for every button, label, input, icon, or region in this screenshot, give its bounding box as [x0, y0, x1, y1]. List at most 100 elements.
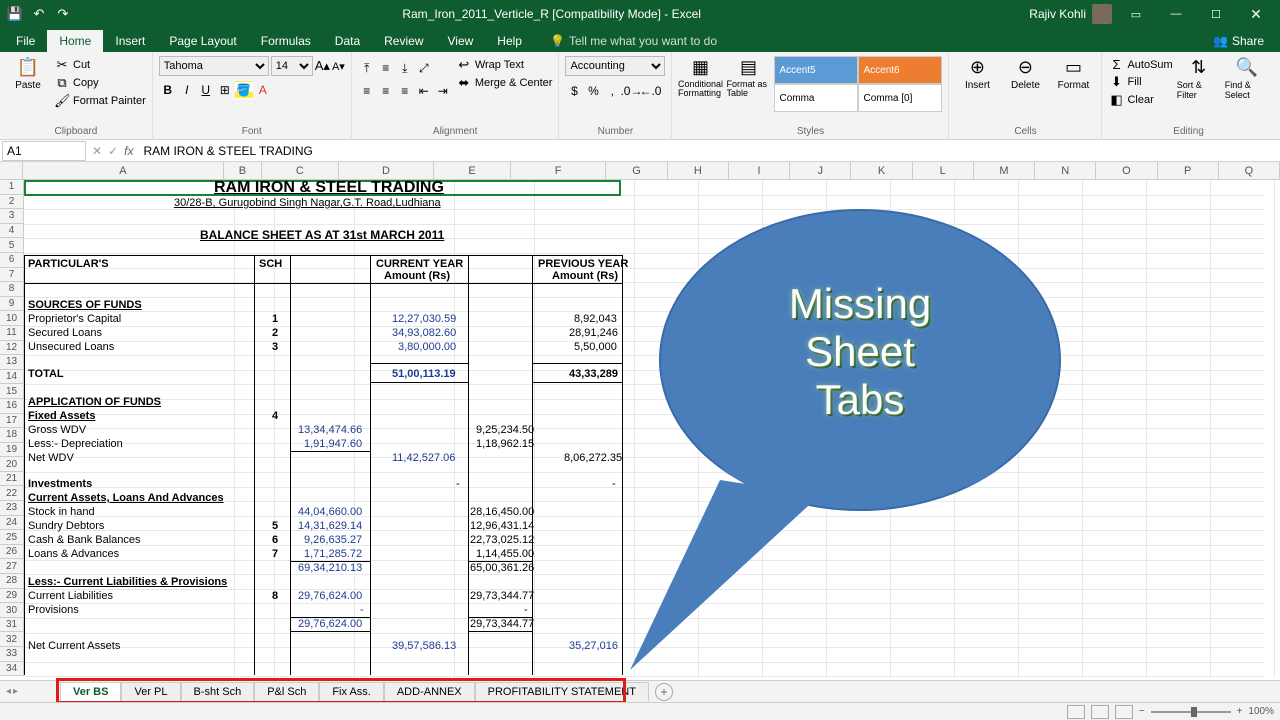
row-head-30[interactable]: 30	[0, 603, 24, 618]
style-comma0[interactable]: Comma [0]	[858, 84, 942, 112]
fill-color-button[interactable]: 🪣	[235, 81, 253, 99]
sheet-tab-ver-pl[interactable]: Ver PL	[121, 682, 180, 701]
ribbon-options-icon[interactable]: ▭	[1116, 0, 1156, 28]
row-head-15[interactable]: 15	[0, 384, 24, 399]
row-head-13[interactable]: 13	[0, 355, 24, 370]
row-head-33[interactable]: 33	[0, 647, 24, 662]
indent-inc-icon[interactable]: ⇥	[434, 82, 452, 100]
col-head-F[interactable]: F	[511, 162, 607, 180]
tab-file[interactable]: File	[4, 30, 47, 52]
normal-view-icon[interactable]	[1067, 705, 1085, 719]
shrink-font-icon[interactable]: A▾	[332, 60, 345, 73]
find-select-button[interactable]: 🔍Find & Select	[1225, 56, 1269, 100]
row-head-26[interactable]: 26	[0, 545, 24, 560]
row-head-2[interactable]: 2	[0, 195, 24, 210]
col-head-Q[interactable]: Q	[1219, 162, 1280, 180]
inc-decimal-icon[interactable]: .0→	[622, 82, 640, 100]
share-button[interactable]: 👥Share	[1205, 30, 1272, 52]
align-top-icon[interactable]: ⤒	[358, 59, 376, 77]
row-head-32[interactable]: 32	[0, 632, 24, 647]
dec-decimal-icon[interactable]: ←.0	[641, 82, 659, 100]
row-head-9[interactable]: 9	[0, 297, 24, 312]
select-all-corner[interactable]	[0, 162, 23, 180]
row-head-31[interactable]: 31	[0, 618, 24, 633]
paste-button[interactable]: 📋Paste	[6, 56, 50, 91]
row-head-11[interactable]: 11	[0, 326, 24, 341]
wrap-text-button[interactable]: ↩Wrap Text	[456, 56, 553, 74]
tab-nav-last-icon[interactable]: ▸	[13, 686, 18, 697]
format-painter-button[interactable]: 🖌Format Painter	[54, 92, 146, 110]
sheet-tab-ver-bs[interactable]: Ver BS	[60, 682, 121, 702]
style-accent6[interactable]: Accent6	[858, 56, 942, 84]
sheet-tab-bsht-sch[interactable]: B-sht Sch	[181, 682, 255, 701]
row-head-19[interactable]: 19	[0, 443, 24, 458]
row-head-25[interactable]: 25	[0, 530, 24, 545]
align-left-icon[interactable]: ≡	[358, 82, 376, 100]
row-head-29[interactable]: 29	[0, 589, 24, 604]
col-head-M[interactable]: M	[974, 162, 1035, 180]
row-head-4[interactable]: 4	[0, 224, 24, 239]
insert-cells-button[interactable]: ⊕Insert	[955, 56, 999, 91]
tab-pagelayout[interactable]: Page Layout	[157, 30, 248, 52]
row-head-27[interactable]: 27	[0, 559, 24, 574]
row-head-24[interactable]: 24	[0, 516, 24, 531]
row-head-10[interactable]: 10	[0, 311, 24, 326]
col-head-D[interactable]: D	[339, 162, 435, 180]
cancel-formula-icon[interactable]: ✕	[92, 144, 102, 158]
tab-help[interactable]: Help	[485, 30, 534, 52]
underline-button[interactable]: U	[197, 81, 215, 99]
row-head-21[interactable]: 21	[0, 472, 24, 487]
format-cells-button[interactable]: ▭Format	[1051, 56, 1095, 91]
save-icon[interactable]: 💾	[4, 3, 26, 25]
clear-button[interactable]: ◧Clear	[1108, 91, 1172, 109]
copy-button[interactable]: ⧉Copy	[54, 74, 146, 92]
row-head-3[interactable]: 3	[0, 209, 24, 224]
col-head-B[interactable]: B	[224, 162, 262, 180]
zoom-out-icon[interactable]: −	[1139, 706, 1145, 717]
conditional-formatting-button[interactable]: ▦Conditional Formatting	[678, 56, 722, 98]
autosum-button[interactable]: ΣAutoSum	[1108, 56, 1172, 73]
align-center-icon[interactable]: ≡	[377, 82, 395, 100]
italic-button[interactable]: I	[178, 81, 196, 99]
col-head-P[interactable]: P	[1158, 162, 1219, 180]
border-button[interactable]: ⊞	[216, 81, 234, 99]
minimize-icon[interactable]: —	[1156, 0, 1196, 28]
percent-icon[interactable]: %	[584, 82, 602, 100]
col-head-J[interactable]: J	[790, 162, 851, 180]
orientation-icon[interactable]: ⤢	[415, 59, 433, 77]
style-comma[interactable]: Comma	[774, 84, 858, 112]
maximize-icon[interactable]: ☐	[1196, 0, 1236, 28]
row-head-6[interactable]: 6	[0, 253, 24, 268]
tab-formulas[interactable]: Formulas	[249, 30, 323, 52]
formula-input[interactable]	[139, 141, 1280, 161]
bold-button[interactable]: B	[159, 81, 177, 99]
name-box[interactable]: A1	[2, 141, 86, 161]
tab-insert[interactable]: Insert	[103, 30, 157, 52]
delete-cells-button[interactable]: ⊖Delete	[1003, 56, 1047, 91]
align-right-icon[interactable]: ≡	[396, 82, 414, 100]
tab-nav-first-icon[interactable]: ◂	[6, 686, 11, 697]
font-size-select[interactable]: 14	[271, 56, 313, 76]
enter-formula-icon[interactable]: ✓	[108, 144, 118, 158]
col-head-N[interactable]: N	[1035, 162, 1096, 180]
row-head-1[interactable]: 1	[0, 180, 24, 195]
row-head-23[interactable]: 23	[0, 501, 24, 516]
col-head-I[interactable]: I	[729, 162, 790, 180]
format-as-table-button[interactable]: ▤Format as Table	[726, 56, 770, 98]
col-head-G[interactable]: G	[606, 162, 667, 180]
row-head-16[interactable]: 16	[0, 399, 24, 414]
sheet-tab-profitability[interactable]: PROFITABILITY STATEMENT	[475, 682, 649, 701]
row-head-34[interactable]: 34	[0, 662, 24, 677]
row-head-28[interactable]: 28	[0, 574, 24, 589]
sheet-tab-fix-ass[interactable]: Fix Ass.	[319, 682, 384, 701]
tab-review[interactable]: Review	[372, 30, 435, 52]
row-head-8[interactable]: 8	[0, 282, 24, 297]
tab-home[interactable]: Home	[47, 30, 103, 52]
tell-me[interactable]: 💡Tell me what you want to do	[542, 30, 725, 52]
style-accent5[interactable]: Accent5	[774, 56, 858, 84]
sheet-tab-pl-sch[interactable]: P&l Sch	[254, 682, 319, 701]
zoom-slider[interactable]	[1151, 711, 1231, 713]
row-head-22[interactable]: 22	[0, 486, 24, 501]
number-format-select[interactable]: Accounting	[565, 56, 665, 76]
undo-icon[interactable]: ↶	[28, 3, 50, 25]
